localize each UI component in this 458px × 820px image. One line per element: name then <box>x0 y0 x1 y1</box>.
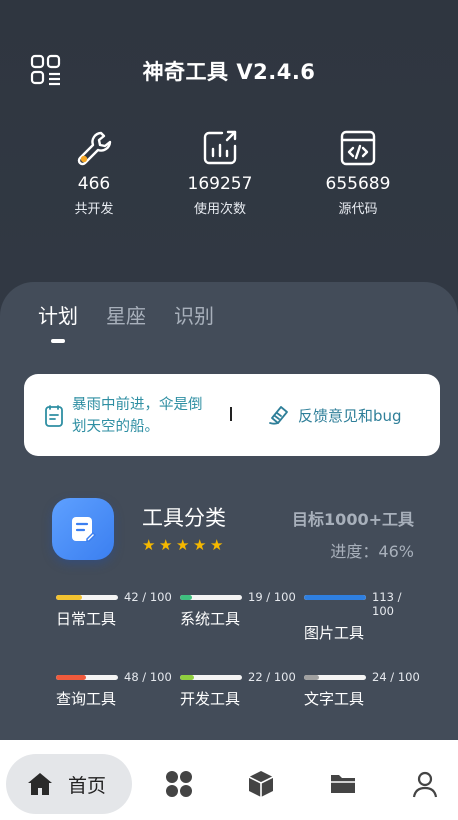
progress-fill <box>304 595 366 600</box>
category-title: 工具分类 <box>142 506 226 530</box>
nav-apps[interactable] <box>159 764 199 804</box>
progress-bar <box>304 595 366 600</box>
tool-category[interactable]: 42 / 100 日常工具 <box>56 590 176 629</box>
app-title: 神奇工具 V2.4.6 <box>142 60 316 84</box>
category-label: 开发工具 <box>180 690 241 708</box>
category-label: 系统工具 <box>180 610 241 628</box>
progress-fill <box>304 675 319 680</box>
home-icon <box>28 773 52 795</box>
category-label: 文字工具 <box>304 690 365 708</box>
cube-icon <box>248 771 274 797</box>
document-edit-icon <box>52 498 114 560</box>
progress-bar <box>304 675 366 680</box>
rating-stars: ★ ★ ★ ★ ★ <box>142 536 224 554</box>
note-icon <box>45 405 63 427</box>
nav-profile[interactable] <box>405 764 445 804</box>
content-panel: 计划 星座 识别 暴雨中前进，伞是倒划天空的船。 反馈意见和bug 工具分类 ★… <box>0 282 458 752</box>
feedback-link[interactable]: 反馈意见和bug <box>268 404 402 426</box>
stat-value: 655689 <box>325 174 391 194</box>
tab-constellation[interactable]: 星座 <box>106 300 146 343</box>
notice-card: 暴雨中前进，伞是倒划天空的船。 反馈意见和bug <box>24 374 440 456</box>
category-count: 24 / 100 <box>372 670 420 684</box>
nav-home[interactable]: 首页 <box>6 754 132 814</box>
nav-cube[interactable] <box>241 764 281 804</box>
code-icon <box>340 130 376 166</box>
nav-home-label: 首页 <box>68 774 107 797</box>
user-icon <box>412 771 438 798</box>
stats-row: 466 共开发 169257 使用次数 655689 源代码 <box>0 128 458 228</box>
feedback-label: 反馈意见和bug <box>298 406 402 425</box>
category-label: 查询工具 <box>56 690 117 708</box>
feedback-icon <box>269 406 288 425</box>
tab-plan[interactable]: 计划 <box>38 300 78 343</box>
category-header: 工具分类 ★ ★ ★ ★ ★ 目标1000+工具 进度：46% <box>52 498 414 562</box>
quote-text: 暴雨中前进，伞是倒划天空的船。 <box>72 397 203 435</box>
tool-category[interactable]: 19 / 100 系统工具 <box>180 590 300 629</box>
progress-bar <box>180 675 242 680</box>
category-count: 22 / 100 <box>248 670 296 684</box>
progress-text: 进度：46% <box>330 542 414 561</box>
tab-bar: 计划 星座 识别 <box>38 300 214 343</box>
stat-value: 466 <box>77 174 111 194</box>
category-count: 19 / 100 <box>248 590 296 604</box>
category-count: 48 / 100 <box>124 670 172 684</box>
progress-bar <box>180 595 242 600</box>
stat-label: 共开发 <box>74 202 114 217</box>
chart-icon <box>203 130 237 165</box>
stat-source: 655689 源代码 <box>298 128 418 217</box>
tool-category[interactable]: 22 / 100 开发工具 <box>180 670 300 709</box>
folder-icon <box>331 775 355 793</box>
header: 神奇工具 V2.4.6 <box>0 0 458 140</box>
stat-label: 源代码 <box>338 202 378 217</box>
star-icon: ★ <box>176 536 190 554</box>
tool-category[interactable]: 48 / 100 查询工具 <box>56 670 176 709</box>
category-label: 图片工具 <box>304 624 365 642</box>
stat-developed: 466 共开发 <box>34 128 154 217</box>
divider <box>230 407 232 421</box>
stat-value: 169257 <box>187 174 253 194</box>
progress-fill <box>56 675 86 680</box>
app-screen: 神奇工具 V2.4.6 466 共开发 169257 使用次数 655689 源… <box>0 0 458 820</box>
category-count: 113 / 100 <box>372 590 402 618</box>
progress-fill <box>180 595 192 600</box>
wrench-icon <box>77 131 112 166</box>
bottom-nav: 首页 <box>0 740 458 820</box>
nav-folder[interactable] <box>323 764 363 804</box>
star-icon: ★ <box>210 536 224 554</box>
star-icon: ★ <box>142 536 156 554</box>
star-icon: ★ <box>159 536 173 554</box>
tool-category[interactable]: 24 / 100 文字工具 <box>304 670 424 709</box>
goal-text: 目标1000+工具 <box>292 510 414 529</box>
progress-fill <box>180 675 194 680</box>
progress-fill <box>56 595 83 600</box>
category-label: 日常工具 <box>56 610 117 628</box>
stat-usage: 169257 使用次数 <box>160 128 280 217</box>
tool-category[interactable]: 113 / 100 图片工具 <box>304 590 424 643</box>
tab-recognize[interactable]: 识别 <box>174 300 214 343</box>
star-icon: ★ <box>193 536 207 554</box>
quote: 暴雨中前进，伞是倒划天空的船。 <box>44 394 212 438</box>
stat-label: 使用次数 <box>193 202 246 217</box>
progress-bar <box>56 595 118 600</box>
progress-bar <box>56 675 118 680</box>
category-count: 42 / 100 <box>124 590 172 604</box>
apps-icon <box>166 771 192 797</box>
